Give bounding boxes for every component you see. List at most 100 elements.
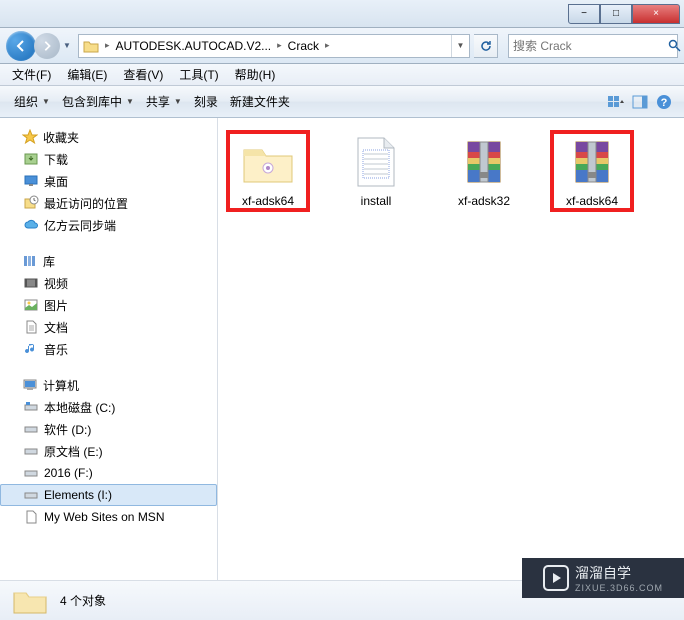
address-bar[interactable]: ▸ AUTODESK.AUTOCAD.V2... ▸ Crack ▸ ▼ (78, 34, 470, 58)
library-icon (21, 252, 39, 270)
refresh-button[interactable] (474, 34, 498, 58)
sidebar-item-label: 2016 (F:) (44, 466, 93, 480)
back-button[interactable] (6, 31, 36, 61)
navigation-pane[interactable]: 收藏夹 下载 桌面 最近访问的位置 亿方云同步端 库 视频 图片 文档 音乐 计… (0, 118, 218, 580)
svg-text:?: ? (661, 97, 668, 109)
sidebar-item-drive-i[interactable]: Elements (I:) (0, 484, 217, 506)
libraries-label: 库 (43, 253, 55, 270)
share-label: 共享 (146, 93, 170, 110)
view-options-button[interactable] (604, 90, 628, 114)
sidebar-item-label: 软件 (D:) (44, 421, 91, 438)
video-icon (22, 274, 40, 292)
command-bar: 组织▼ 包含到库中▼ 共享 ▼ 刻录 新建文件夹 ? (0, 86, 684, 118)
sidebar-item-label: 下载 (44, 151, 68, 168)
menu-tools[interactable]: 工具(T) (171, 66, 226, 83)
desktop-icon (22, 172, 40, 190)
sidebar-item-recent[interactable]: 最近访问的位置 (0, 192, 217, 214)
computer-header[interactable]: 计算机 (0, 374, 217, 396)
watermark: 溜溜自学 ZIXUE.3D66.COM (522, 558, 684, 598)
libraries-header[interactable]: 库 (0, 250, 217, 272)
close-button[interactable]: × (632, 4, 680, 24)
menu-edit[interactable]: 编辑(E) (59, 66, 115, 83)
explorer-body: 收藏夹 下载 桌面 最近访问的位置 亿方云同步端 库 视频 图片 文档 音乐 计… (0, 118, 684, 580)
sidebar-item-drive-e[interactable]: 原文档 (E:) (0, 440, 217, 462)
search-input[interactable] (513, 39, 668, 53)
status-count: 4 个对象 (60, 592, 106, 609)
nav-bar: ▼ ▸ AUTODESK.AUTOCAD.V2... ▸ Crack ▸ ▼ (0, 28, 684, 64)
rar-icon (564, 134, 620, 190)
sidebar-item-label: 亿方云同步端 (44, 217, 116, 234)
search-icon (668, 39, 681, 52)
doc-icon (22, 508, 40, 526)
new-folder-button[interactable]: 新建文件夹 (224, 90, 296, 114)
doc-icon (22, 318, 40, 336)
file-list-pane[interactable]: xf-adsk64 install xf-adsk32 xf-adsk64 (218, 118, 684, 580)
sidebar-item-label: 图片 (44, 297, 68, 314)
picture-icon (22, 296, 40, 314)
favorites-label: 收藏夹 (43, 129, 79, 146)
forward-button[interactable] (34, 33, 60, 59)
sidebar-item-drive-f[interactable]: 2016 (F:) (0, 462, 217, 484)
sidebar-item-label: 原文档 (E:) (44, 443, 103, 460)
share-button[interactable]: 共享 ▼ (140, 90, 188, 114)
preview-pane-button[interactable] (628, 90, 652, 114)
libraries-group: 库 视频 图片 文档 音乐 (0, 250, 217, 360)
drive-icon (22, 442, 40, 460)
star-icon (21, 128, 39, 146)
sidebar-item-downloads[interactable]: 下载 (0, 148, 217, 170)
computer-icon (21, 376, 39, 394)
menu-bar: 文件(F) 编辑(E) 查看(V) 工具(T) 帮助(H) (0, 64, 684, 86)
sidebar-item-label: 音乐 (44, 341, 68, 358)
sidebar-item-documents[interactable]: 文档 (0, 316, 217, 338)
search-box[interactable] (508, 34, 678, 58)
text-icon (348, 134, 404, 190)
nav-arrows: ▼ (6, 31, 74, 61)
watermark-brand: 溜溜自学 (575, 565, 631, 581)
play-icon (543, 565, 569, 591)
menu-help[interactable]: 帮助(H) (227, 66, 284, 83)
maximize-button[interactable]: □ (600, 4, 632, 24)
window-controls: − □ × (568, 4, 680, 24)
file-item-xf-adsk64[interactable]: xf-adsk64 (550, 130, 634, 212)
folder-icon (12, 585, 48, 617)
nav-history-dropdown[interactable]: ▼ (60, 34, 74, 58)
menu-view[interactable]: 查看(V) (115, 66, 171, 83)
sidebar-item-cloud[interactable]: 亿方云同步端 (0, 214, 217, 236)
recent-icon (22, 194, 40, 212)
file-name-label: install (361, 194, 392, 208)
sidebar-item-desktop[interactable]: 桌面 (0, 170, 217, 192)
download-icon (22, 150, 40, 168)
menu-file[interactable]: 文件(F) (4, 66, 59, 83)
file-item-xf-adsk64[interactable]: xf-adsk64 (226, 130, 310, 212)
sidebar-item-music[interactable]: 音乐 (0, 338, 217, 360)
sidebar-item-label: My Web Sites on MSN (44, 510, 164, 524)
breadcrumb-seg-1[interactable]: AUTODESK.AUTOCAD.V2... (112, 35, 276, 57)
burn-button[interactable]: 刻录 (188, 90, 224, 114)
help-button[interactable]: ? (652, 90, 676, 114)
chevron-down-icon: ▼ (42, 97, 50, 106)
chevron-down-icon: ▼ (174, 97, 182, 106)
favorites-group: 收藏夹 下载 桌面 最近访问的位置 亿方云同步端 (0, 126, 217, 236)
file-name-label: xf-adsk32 (458, 194, 510, 208)
sidebar-item-drive-d[interactable]: 软件 (D:) (0, 418, 217, 440)
sidebar-item-label: 桌面 (44, 173, 68, 190)
include-library-button[interactable]: 包含到库中▼ (56, 90, 140, 114)
chevron-down-icon: ▼ (126, 97, 134, 106)
sidebar-item-video[interactable]: 视频 (0, 272, 217, 294)
sidebar-item-label: 视频 (44, 275, 68, 292)
burn-label: 刻录 (194, 93, 218, 110)
organize-button[interactable]: 组织▼ (8, 90, 56, 114)
sidebar-item-websites[interactable]: My Web Sites on MSN (0, 506, 217, 528)
drive-icon (22, 464, 40, 482)
drive-system-icon (22, 398, 40, 416)
sidebar-item-label: 本地磁盘 (C:) (44, 399, 115, 416)
breadcrumb-sep-icon: ▸ (103, 40, 112, 51)
sidebar-item-drive-c[interactable]: 本地磁盘 (C:) (0, 396, 217, 418)
breadcrumb-seg-2[interactable]: Crack (284, 35, 323, 57)
minimize-button[interactable]: − (568, 4, 600, 24)
favorites-header[interactable]: 收藏夹 (0, 126, 217, 148)
address-dropdown[interactable]: ▼ (451, 35, 469, 57)
file-item-install[interactable]: install (334, 130, 418, 212)
file-item-xf-adsk32[interactable]: xf-adsk32 (442, 130, 526, 212)
sidebar-item-pictures[interactable]: 图片 (0, 294, 217, 316)
